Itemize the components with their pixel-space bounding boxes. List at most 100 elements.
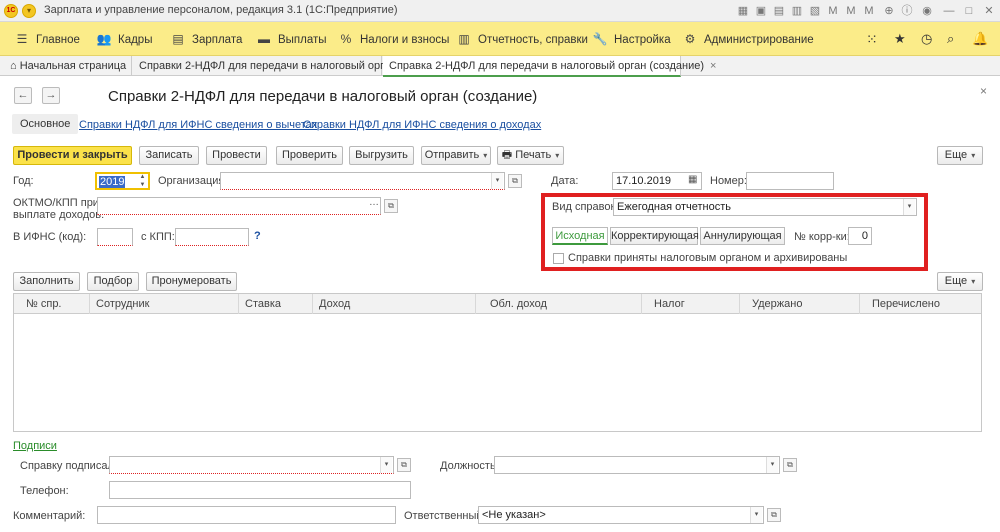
menu-item-salary[interactable]: ▤ Зарплата — [170, 22, 242, 56]
responsible-field[interactable]: <Не указан> — [478, 506, 764, 524]
memory-plus-icon[interactable]: M — [844, 4, 858, 18]
menu-item-taxes[interactable]: % Налоги и взносы — [338, 22, 450, 56]
kpp-field[interactable] — [175, 228, 249, 246]
signatures-section-link[interactable]: Подписи — [13, 440, 57, 452]
open-signed-by-icon[interactable]: ⧉ — [397, 458, 411, 472]
back-button[interactable]: ← — [14, 87, 32, 104]
comment-field[interactable] — [97, 506, 396, 524]
memory-minus-icon[interactable]: M — [862, 4, 876, 18]
menu-item-settings[interactable]: 🔧 Настройка — [592, 22, 671, 56]
close-window-icon[interactable]: ✕ — [982, 4, 996, 18]
oktmo-label-2: выплате доходов: — [13, 209, 105, 221]
link-income[interactable]: Справки НДФЛ для ИФНС сведения о доходах — [303, 119, 541, 131]
open-responsible-icon[interactable]: ⧉ — [767, 508, 781, 522]
open-position-icon[interactable]: ⧉ — [783, 458, 797, 472]
signed-by-field[interactable] — [109, 456, 394, 474]
archived-checkbox[interactable] — [553, 253, 564, 264]
toolbar-icon-2[interactable]: ▣ — [754, 4, 768, 18]
link-deductions[interactable]: Справки НДФЛ для ИФНС сведения о вычетах — [79, 119, 317, 131]
column-income[interactable]: Доход — [313, 294, 476, 314]
segment-corrective[interactable]: Корректирующая — [610, 227, 699, 245]
open-oktmo-icon[interactable]: ⧉ — [384, 199, 398, 213]
menu-icon: ☰ — [16, 32, 28, 46]
column-transferred[interactable]: Перечислено — [860, 294, 981, 314]
tab-2ndfl-list[interactable]: Справки 2-НДФЛ для передачи в налоговый … — [133, 56, 409, 76]
zoom-icon[interactable]: ⊕ — [882, 4, 896, 18]
menu-item-payments[interactable]: ▬ Выплаты — [256, 22, 327, 56]
more-button[interactable]: Еще ▾ — [937, 146, 983, 165]
settings-dropdown-icon[interactable]: ◉ — [920, 4, 934, 18]
phone-field[interactable] — [109, 481, 411, 499]
menu-item-hr[interactable]: 👥 Кадры — [96, 22, 153, 56]
column-rate[interactable]: Ставка — [239, 294, 313, 314]
post-button[interactable]: Провести — [206, 146, 267, 165]
wrench-icon: 🔧 — [592, 32, 608, 46]
main-menu-dropdown-icon[interactable]: ▾ — [22, 4, 36, 18]
search-icon[interactable]: ⌕ — [947, 22, 954, 56]
chevron-down-icon[interactable]: ▾ — [491, 173, 503, 189]
kind-select[interactable]: Ежегодная отчетность — [613, 198, 917, 216]
calendar-icon[interactable]: ▥ — [790, 4, 804, 18]
oktmo-kpp-field[interactable] — [97, 197, 381, 215]
segment-cancelling[interactable]: Аннулирующая — [700, 227, 785, 245]
select-button[interactable]: Подбор — [87, 272, 139, 291]
select-ellipsis-icon[interactable]: … — [369, 197, 379, 208]
close-tab-icon[interactable]: × — [710, 60, 716, 72]
close-form-icon[interactable]: × — [980, 84, 987, 98]
organization-label: Организация: — [158, 175, 228, 187]
segment-original[interactable]: Исходная — [552, 227, 608, 245]
number-field[interactable] — [746, 172, 834, 190]
column-withheld[interactable]: Удержано — [740, 294, 860, 314]
certificates-table[interactable]: № спр. Сотрудник Ставка Доход Обл. доход… — [13, 293, 982, 432]
chevron-down-icon[interactable]: ▾ — [750, 507, 762, 523]
people-icon: 👥 — [96, 32, 112, 46]
date-label: Дата: — [551, 175, 579, 187]
toolbar-icon-1[interactable]: ▦ — [736, 4, 750, 18]
year-stepper-icon[interactable]: ▲ ▼ — [137, 173, 148, 189]
organization-field[interactable] — [220, 172, 505, 190]
link-main[interactable]: Основное — [12, 114, 79, 134]
ifns-code-field[interactable] — [97, 228, 133, 246]
minimize-icon[interactable]: — — [942, 4, 956, 18]
menu-item-admin[interactable]: ⚙ Администрирование — [682, 22, 814, 56]
tab-home[interactable]: ⌂ Начальная страница — [4, 56, 132, 76]
oktmo-label: ОКТМО/КПП при — [13, 197, 99, 209]
post-and-close-button[interactable]: Провести и закрыть — [13, 146, 132, 165]
help-icon[interactable]: ? — [254, 230, 261, 242]
fill-button[interactable]: Заполнить — [13, 272, 80, 291]
check-button[interactable]: Проверить — [276, 146, 343, 165]
toolbar-icon-3[interactable]: ▤ — [772, 4, 786, 18]
tab-2ndfl-create[interactable]: Справка 2-НДФЛ для передачи в налоговый … — [383, 56, 716, 77]
history-icon[interactable]: ◷ — [921, 22, 932, 56]
open-organization-icon[interactable]: ⧉ — [508, 174, 522, 188]
column-tax[interactable]: Налог — [642, 294, 740, 314]
column-taxable-income[interactable]: Обл. доход — [476, 294, 642, 314]
app-logo: 1С — [4, 4, 18, 18]
forward-button[interactable]: → — [42, 87, 60, 104]
send-dropdown-button[interactable]: Отправить ▾ — [421, 146, 491, 165]
kpp-label: с КПП: — [141, 231, 175, 243]
renumber-button[interactable]: Пронумеровать — [146, 272, 237, 291]
upload-button[interactable]: Выгрузить — [349, 146, 414, 165]
calendar-icon[interactable]: ▦ — [688, 174, 697, 185]
window-title: Зарплата и управление персоналом, редакц… — [44, 4, 398, 16]
column-employee[interactable]: Сотрудник — [90, 294, 239, 314]
column-number[interactable]: № спр. — [14, 294, 90, 314]
save-button[interactable]: Записать — [139, 146, 199, 165]
maximize-icon[interactable]: □ — [962, 4, 976, 18]
toolbar-icon-4[interactable]: ▧ — [808, 4, 822, 18]
favorites-star-icon[interactable]: ★ — [894, 22, 906, 56]
chevron-down-icon[interactable]: ▾ — [903, 199, 915, 215]
memory-plus-icon[interactable]: M — [826, 4, 840, 18]
menu-item-main[interactable]: ☰ Главное — [14, 22, 80, 56]
notifications-bell-icon[interactable]: 🔔 — [972, 22, 988, 56]
table-more-button[interactable]: Еще ▾ — [937, 272, 983, 291]
print-dropdown-button[interactable]: 🖶 Печать ▾ — [497, 146, 564, 165]
chevron-down-icon[interactable]: ▾ — [766, 457, 778, 473]
apps-grid-icon[interactable]: ⁙ — [866, 22, 878, 56]
chevron-down-icon[interactable]: ▾ — [380, 457, 392, 473]
correction-number-field[interactable]: 0 — [848, 227, 872, 245]
menu-item-reports[interactable]: ▥ Отчетность, справки — [456, 22, 588, 56]
info-icon[interactable]: ⓘ — [900, 4, 914, 18]
position-field[interactable] — [494, 456, 780, 474]
